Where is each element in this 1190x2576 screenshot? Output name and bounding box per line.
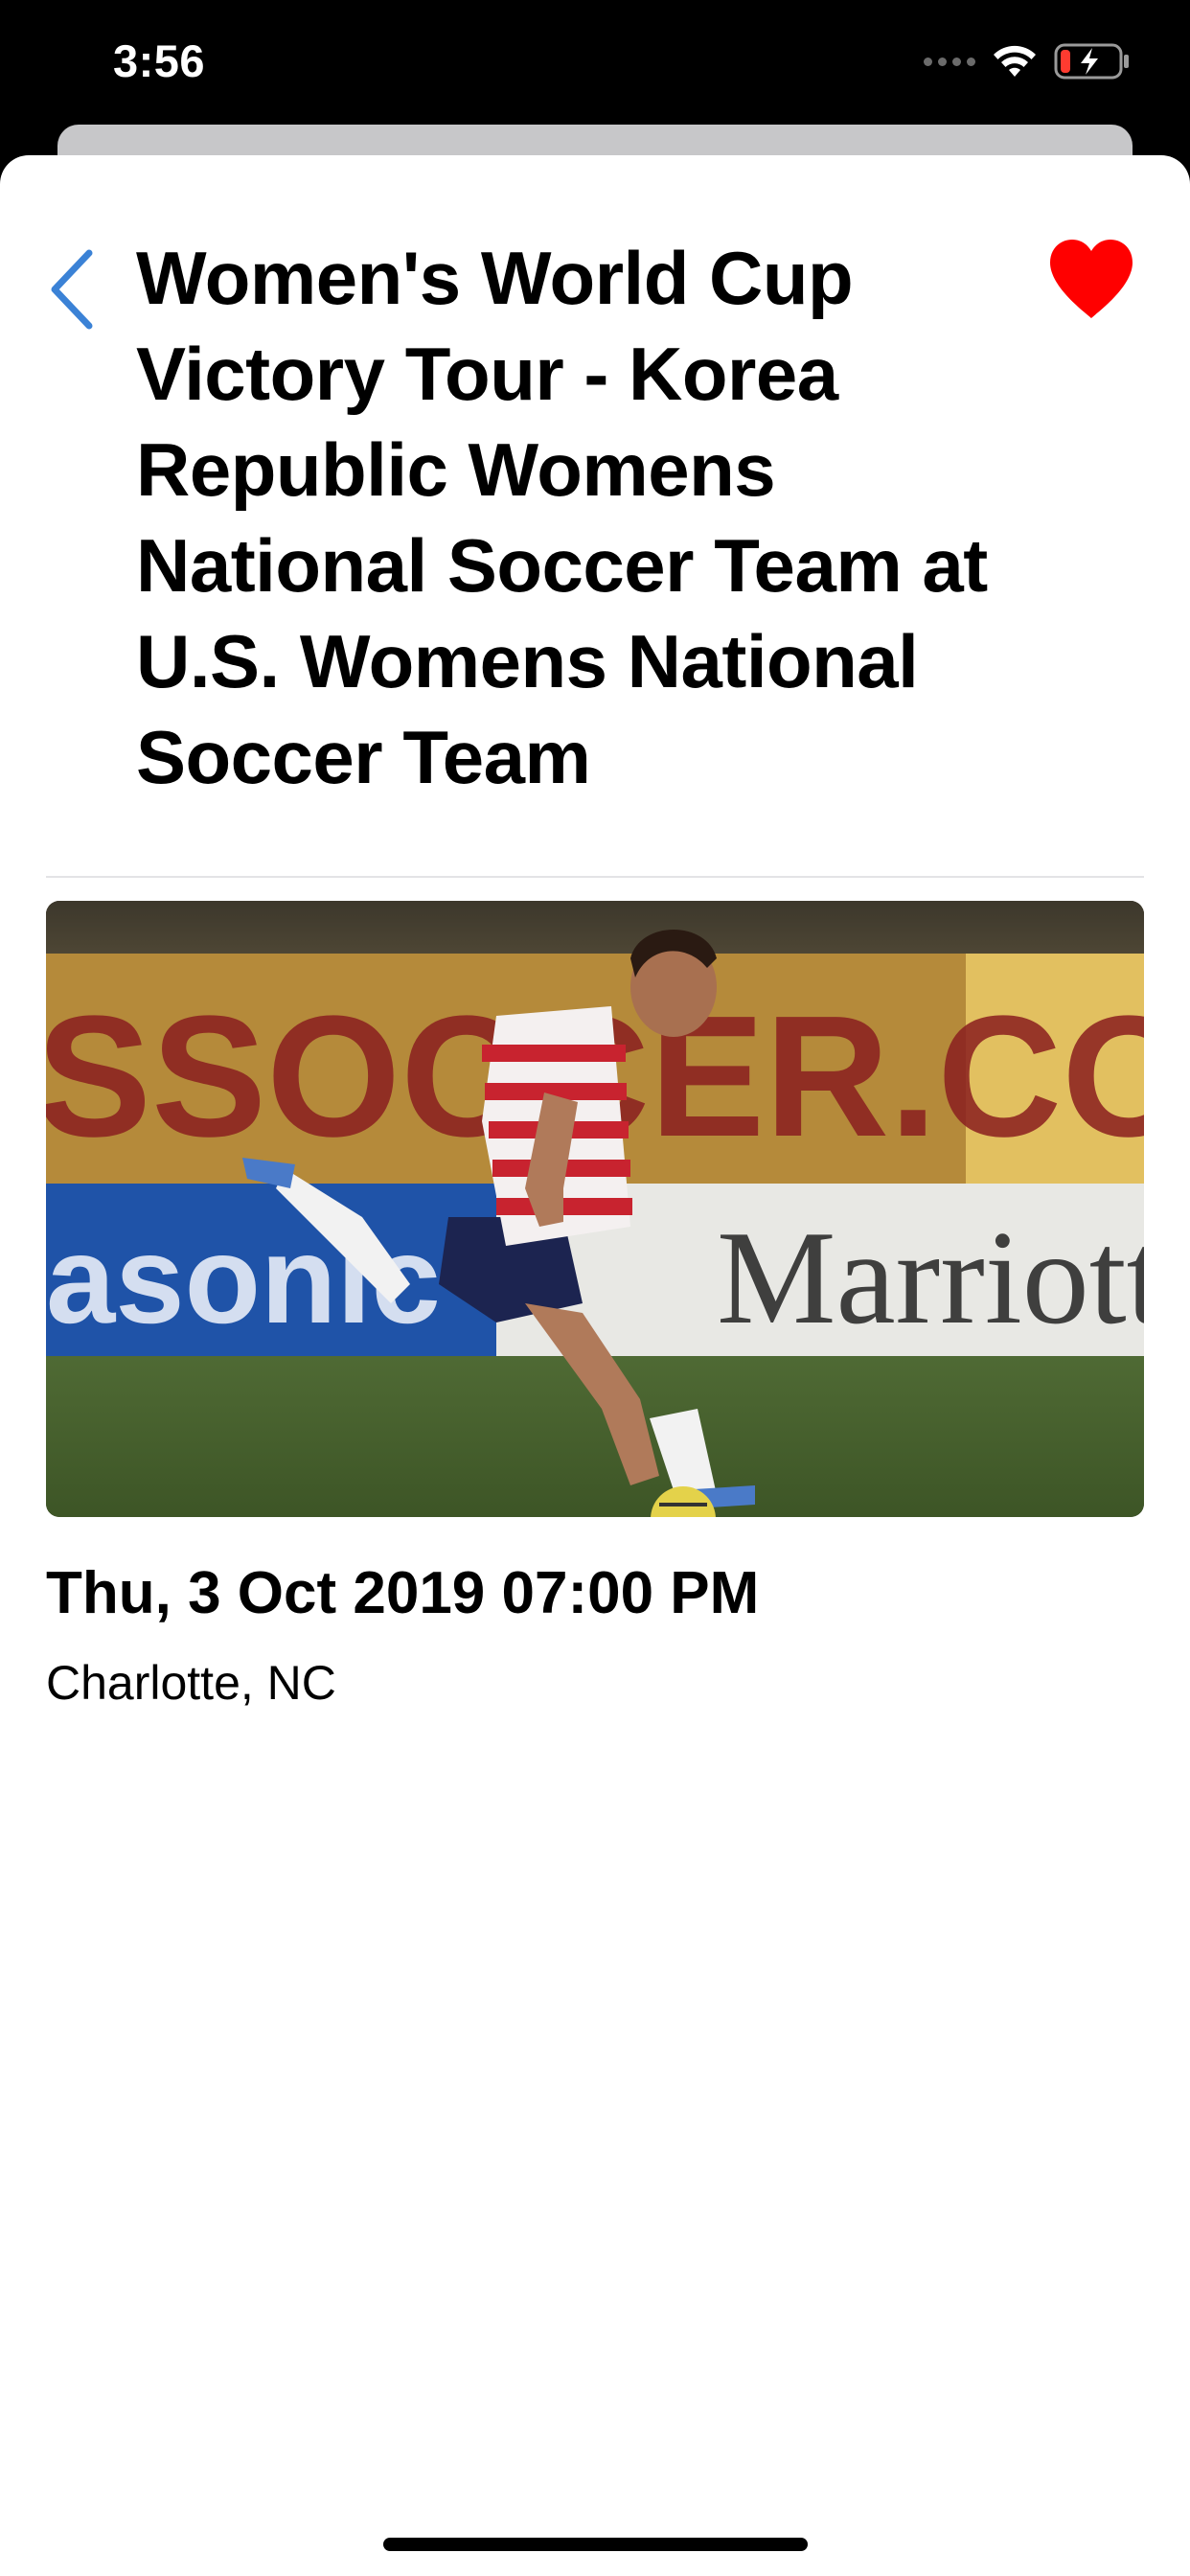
chevron-left-icon: [51, 249, 93, 330]
soccer-player-image: SSOCCER.COM asonic Marriott: [46, 901, 1144, 1517]
divider: [46, 876, 1144, 878]
status-icons: [924, 42, 1131, 80]
event-title: Women's World Cup Victory Tour - Korea R…: [136, 236, 988, 799]
home-indicator[interactable]: [383, 2538, 808, 2551]
banner-text-right: Marriott: [717, 1204, 1144, 1352]
cellular-signal-icon: [924, 57, 975, 66]
status-bar: 3:56: [0, 0, 1190, 125]
event-detail-card: Women's World Cup Victory Tour - Korea R…: [0, 155, 1190, 2576]
back-button[interactable]: [38, 242, 105, 337]
battery-charging-icon: [1054, 43, 1129, 80]
status-time: 3:56: [113, 35, 206, 86]
event-photo: SSOCCER.COM asonic Marriott: [46, 901, 1144, 1517]
event-datetime: Thu, 3 Oct 2019 07:00 PM: [46, 1560, 760, 1626]
wifi-icon: [994, 45, 1036, 77]
heart-icon: [1050, 240, 1133, 318]
event-location: Charlotte, NC: [46, 1656, 336, 1710]
app-screen: 3:56 Women's World Cup Victory Tour - Ko…: [0, 0, 1190, 2576]
favorite-button[interactable]: [1048, 238, 1144, 334]
